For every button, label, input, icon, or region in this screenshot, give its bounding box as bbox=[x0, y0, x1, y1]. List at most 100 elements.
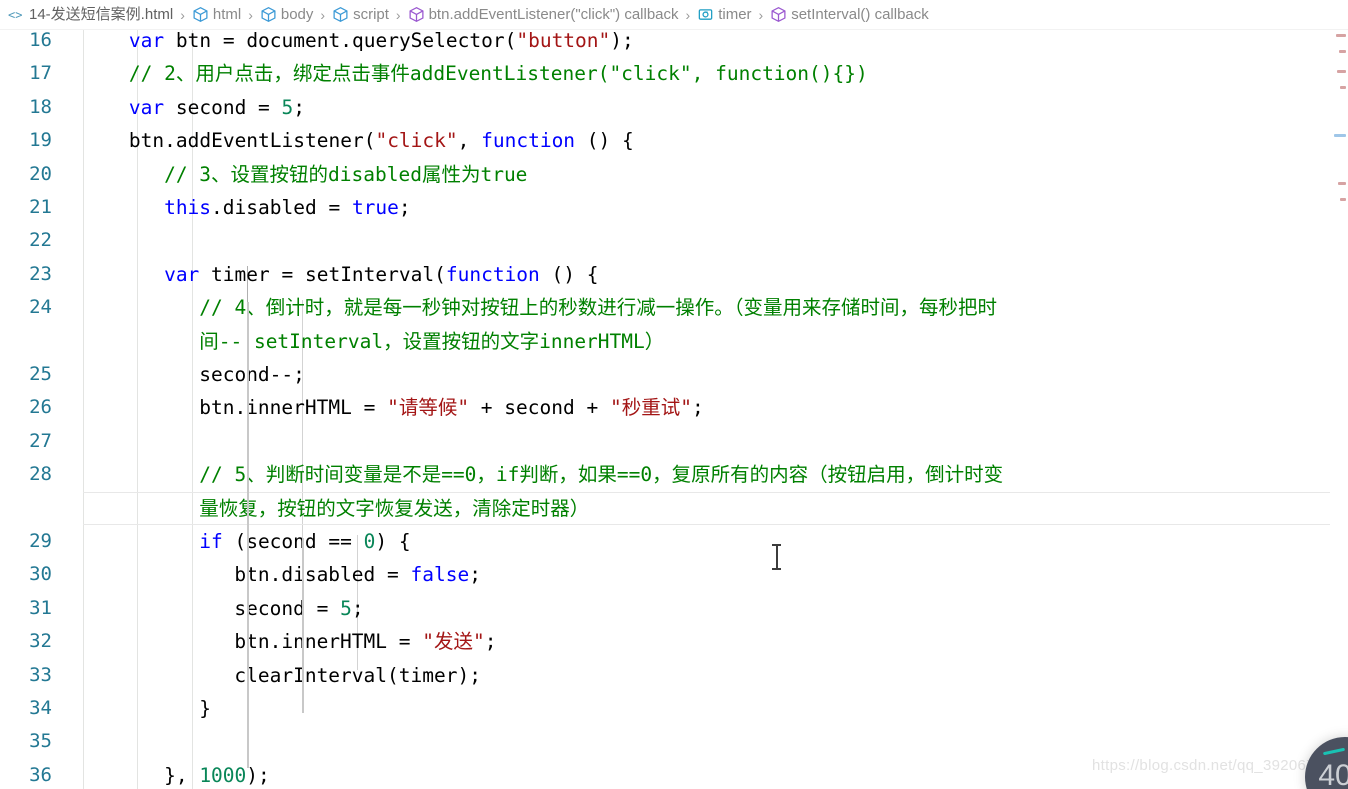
code-token-kw: function bbox=[481, 129, 576, 153]
code-line[interactable]: 22 bbox=[0, 224, 1348, 257]
code-text[interactable]: btn.innerHTML = "请等候" + second + "秒重试"; bbox=[199, 391, 703, 424]
code-token-num: 0 bbox=[363, 530, 376, 553]
code-line[interactable]: 29 if (second == 0) { bbox=[0, 525, 1348, 558]
code-text[interactable]: var second = 5; bbox=[129, 91, 305, 124]
code-line[interactable]: 量恢复，按钮的文字恢复发送，清除定时器） bbox=[0, 491, 1348, 525]
code-line[interactable]: 18 var second = 5; bbox=[0, 91, 1348, 124]
code-editor[interactable]: 16 var btn = document.querySelector("butt… bbox=[0, 30, 1348, 789]
code-token-str: "button" bbox=[516, 30, 611, 52]
csdn-watermark: https://blog.csdn.net/qq_39206750 bbox=[1092, 757, 1333, 774]
code-line[interactable]: 25 second--; bbox=[0, 358, 1348, 391]
breadcrumb-label: timer bbox=[718, 5, 752, 23]
code-token-pl: () { bbox=[575, 129, 634, 153]
code-line[interactable]: 24 // 4、倒计时，就是每一秒钟对按钮上的秒数进行减一操作。（变量用来存储时间… bbox=[0, 291, 1348, 324]
code-text[interactable]: // 2、用户点击，绑定点击事件addEventListener("click"… bbox=[129, 57, 868, 90]
code-lines[interactable]: 16 var btn = document.querySelector("butt… bbox=[0, 30, 1348, 789]
code-text[interactable]: // 5、判断时间变量是不是==0，if判断，如果==0，复原所有的内容（按钮启… bbox=[199, 458, 1003, 491]
code-text[interactable]: second--; bbox=[199, 358, 305, 391]
code-token-str: "click" bbox=[375, 129, 458, 153]
code-line[interactable]: 间-- setInterval，设置按钮的文字innerHTML） bbox=[0, 325, 1348, 358]
progress-arc-icon bbox=[1322, 747, 1346, 756]
code-line[interactable]: 31 second = 5; bbox=[0, 592, 1348, 625]
code-line[interactable]: 27 bbox=[0, 425, 1348, 458]
code-token-pl: second = bbox=[164, 95, 282, 119]
code-token-kw: false bbox=[410, 563, 470, 587]
code-token-num: 5 bbox=[340, 596, 352, 620]
breadcrumb-item-timer[interactable]: timer bbox=[695, 0, 753, 29]
code-line[interactable]: 16 var btn = document.querySelector("butt… bbox=[0, 30, 1348, 57]
code-line[interactable]: 23 var timer = setInterval(function () { bbox=[0, 258, 1348, 291]
code-text[interactable]: if (second == 0) { bbox=[199, 525, 410, 558]
code-text[interactable]: // 4、倒计时，就是每一秒钟对按钮上的秒数进行减一操作。（变量用来存储时间，每… bbox=[199, 291, 997, 324]
line-number: 25 bbox=[29, 363, 52, 385]
code-text[interactable]: // 3、设置按钮的disabled属性为true bbox=[164, 158, 527, 191]
breadcrumb-label: body bbox=[280, 5, 314, 23]
code-text[interactable]: this.disabled = true; bbox=[164, 191, 411, 224]
code-line[interactable]: 17 // 2、用户点击，绑定点击事件addEventListener("clic… bbox=[0, 57, 1348, 90]
code-token-cmt: // 5、判断时间变量是不是==0，if判断，如果==0，复原所有的内容（按钮启… bbox=[199, 463, 1004, 487]
code-text[interactable]: 间-- setInterval，设置按钮的文字innerHTML） bbox=[199, 325, 664, 358]
breadcrumb-item-html[interactable]: html bbox=[190, 0, 243, 29]
line-number: 16 bbox=[29, 30, 52, 51]
mouse-cursor-ibeam bbox=[772, 544, 781, 570]
code-token-pl: btn.innerHTML = bbox=[234, 630, 423, 654]
code-text[interactable]: clearInterval(timer); bbox=[234, 659, 481, 692]
symbol-function-icon bbox=[408, 6, 425, 23]
code-line[interactable]: 20 // 3、设置按钮的disabled属性为true bbox=[0, 158, 1348, 191]
code-token-pl: timer = setInterval( bbox=[199, 262, 446, 286]
code-token-kw: this bbox=[164, 196, 212, 219]
breadcrumb-item-file[interactable]: <> 14-发送短信案例.html bbox=[6, 0, 175, 29]
code-text[interactable]: btn.innerHTML = "发送"; bbox=[234, 625, 496, 658]
code-text[interactable]: 量恢复，按钮的文字恢复发送，清除定时器） bbox=[199, 492, 589, 525]
code-token-str: "发送" bbox=[422, 630, 485, 654]
breadcrumb-separator: › bbox=[758, 6, 764, 23]
top-clip-mask bbox=[0, 0, 1348, 4]
code-line[interactable]: 30 btn.disabled = false; bbox=[0, 558, 1348, 591]
code-text[interactable]: } bbox=[199, 692, 211, 725]
overview-ruler-mark bbox=[1340, 86, 1346, 89]
code-line[interactable]: 33 clearInterval(timer); bbox=[0, 659, 1348, 692]
code-token-pl: ; bbox=[398, 196, 411, 219]
line-number: 29 bbox=[29, 530, 52, 552]
code-token-pl: ); bbox=[246, 763, 270, 787]
vscode-window: <> 14-发送短信案例.html › html › body › script… bbox=[0, 0, 1348, 789]
line-number: 21 bbox=[29, 196, 52, 218]
line-number: 17 bbox=[29, 62, 52, 85]
code-token-kw: true bbox=[351, 196, 399, 219]
breadcrumb-item-click-callback[interactable]: btn.addEventListener("click") callback bbox=[406, 0, 681, 29]
code-token-str: "请等候" bbox=[387, 396, 470, 420]
code-text[interactable]: }, 1000); bbox=[164, 759, 270, 789]
code-token-pl: btn.disabled = bbox=[234, 563, 411, 587]
line-number: 36 bbox=[29, 763, 52, 786]
code-line[interactable]: 32 btn.innerHTML = "发送"; bbox=[0, 625, 1348, 658]
code-text[interactable]: btn.disabled = false; bbox=[234, 558, 481, 591]
code-token-cmt: 间-- setInterval，设置按钮的文字innerHTML） bbox=[199, 329, 665, 353]
overview-ruler-mark bbox=[1339, 50, 1346, 53]
overview-ruler[interactable] bbox=[1332, 30, 1348, 789]
code-token-kw: var bbox=[128, 30, 165, 52]
code-line[interactable]: 21 this.disabled = true; bbox=[0, 191, 1348, 224]
code-token-pl: ; bbox=[484, 630, 497, 654]
line-number: 31 bbox=[29, 596, 52, 619]
symbol-namespace-icon bbox=[332, 6, 349, 23]
code-line[interactable]: 34} bbox=[0, 692, 1348, 725]
code-text[interactable]: var btn = document.querySelector("button… bbox=[129, 30, 634, 57]
code-token-kw: var bbox=[128, 95, 165, 119]
symbol-function-icon bbox=[770, 6, 787, 23]
code-text[interactable]: btn.addEventListener("click", function (… bbox=[129, 124, 634, 157]
code-text[interactable]: second = 5; bbox=[234, 592, 363, 625]
code-token-pl: ; bbox=[691, 396, 704, 420]
symbol-variable-icon bbox=[697, 6, 714, 23]
breadcrumb-item-body[interactable]: body bbox=[258, 0, 316, 29]
code-line[interactable]: 19 btn.addEventListener("click", function… bbox=[0, 124, 1348, 157]
breadcrumb-item-script[interactable]: script bbox=[330, 0, 391, 29]
svg-text:<>: <> bbox=[8, 8, 22, 22]
code-line[interactable]: 35 bbox=[0, 725, 1348, 758]
breadcrumb-separator: › bbox=[395, 6, 401, 23]
line-number: 32 bbox=[29, 630, 52, 653]
code-text[interactable]: var timer = setInterval(function () { bbox=[164, 258, 598, 291]
code-line[interactable]: 28 // 5、判断时间变量是不是==0，if判断，如果==0，复原所有的内容（按… bbox=[0, 458, 1348, 491]
breadcrumb-item-setinterval-callback[interactable]: setInterval() callback bbox=[768, 0, 931, 29]
code-token-pl: clearInterval(timer); bbox=[234, 663, 481, 687]
code-line[interactable]: 26 btn.innerHTML = "请等候" + second + "秒重试"… bbox=[0, 391, 1348, 424]
